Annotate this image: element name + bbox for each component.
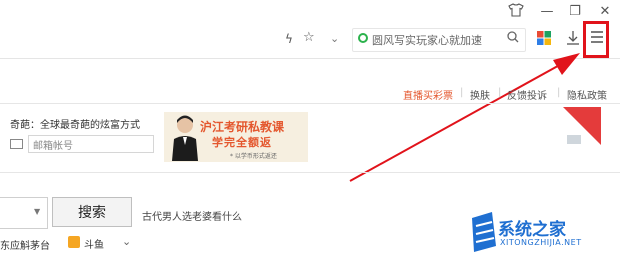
close-button[interactable]: ✕	[596, 3, 614, 21]
nav-separator: |	[460, 87, 464, 98]
douyu-link[interactable]: 斗鱼	[84, 236, 104, 251]
download-icon[interactable]	[566, 30, 580, 49]
bottom-link[interactable]: 东应斛茅台	[0, 237, 50, 252]
nav-link-feedback[interactable]: 反馈投诉	[507, 87, 547, 102]
nav-link-lottery[interactable]: 直播买彩票	[403, 87, 453, 102]
corner-promo-icon[interactable]	[563, 107, 601, 145]
dropdown-caret-icon[interactable]: ▼	[34, 207, 40, 216]
nav-link-skin[interactable]: 换肤	[470, 87, 490, 102]
main-search-input[interactable]	[0, 197, 48, 229]
divider	[0, 172, 620, 173]
lightning-icon[interactable]: ϟ	[285, 32, 293, 46]
hot-search-word[interactable]: 古代男人选老婆看什么	[142, 208, 242, 223]
teacher-portrait	[172, 115, 198, 161]
annotation-arrow-icon	[349, 53, 580, 182]
tshirt-icon-svg	[508, 3, 524, 17]
chevron-down-icon[interactable]: ⌄	[122, 235, 131, 248]
watermark-url: XITONGZHIJIA.NET	[500, 238, 582, 247]
chevron-down-icon[interactable]: ⌄	[330, 32, 339, 45]
watermark-text: 系统之家	[498, 220, 566, 240]
apps-icon[interactable]	[537, 31, 551, 48]
minimize-button[interactable]: —	[538, 3, 556, 21]
ad-title: 沪江考研私教课	[200, 120, 285, 134]
douyu-icon	[68, 236, 80, 248]
search-engine-icon[interactable]	[358, 33, 368, 43]
search-button[interactable]: 搜索	[52, 197, 132, 227]
search-placeholder[interactable]: 圆风写实玩家心就加速	[372, 32, 482, 48]
mail-placeholder: 邮箱帐号	[33, 141, 73, 152]
ad-note: * 以学币形式返还	[230, 153, 277, 160]
nav-link-privacy[interactable]: 隐私政策	[567, 87, 607, 102]
bookmark-star-icon[interactable]: ☆	[303, 30, 315, 45]
ad-subtitle: 学完全额返	[212, 136, 272, 149]
restore-button[interactable]: ❐	[566, 3, 584, 21]
divider	[0, 103, 620, 104]
search-icon[interactable]	[507, 31, 519, 46]
skin-icon[interactable]	[507, 3, 525, 21]
nav-separator: |	[498, 87, 502, 98]
mail-icon	[10, 139, 23, 149]
title-bar	[0, 0, 620, 24]
nav-separator: |	[557, 87, 561, 98]
weird-news-link[interactable]: 奇葩：全球最奇葩的炫富方式	[10, 116, 140, 131]
